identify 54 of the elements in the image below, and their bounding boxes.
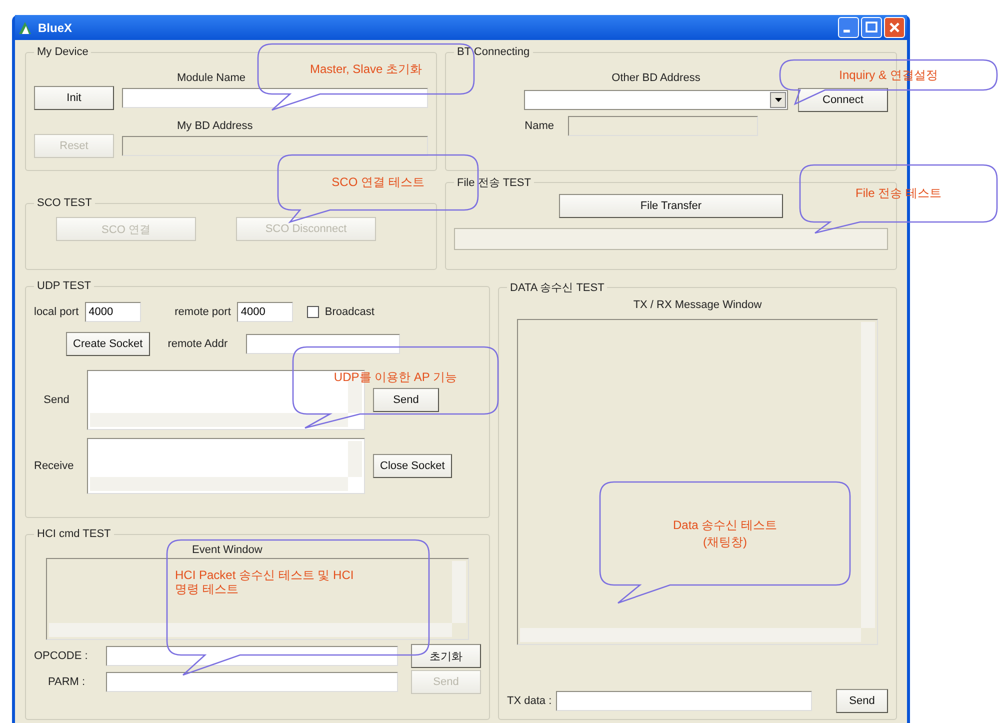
field-label: OPCODE : bbox=[34, 650, 89, 662]
callout-text: Data 송수신 테스트 (채팅창) bbox=[672, 517, 777, 550]
group-title: File 전송 TEST bbox=[456, 176, 532, 190]
button[interactable]: 초기화 bbox=[411, 644, 481, 668]
maximize-icon[interactable] bbox=[861, 17, 882, 38]
checkbox-label: Broadcast bbox=[324, 306, 374, 318]
input-field[interactable] bbox=[106, 672, 398, 692]
input-field[interactable]: 4000 bbox=[236, 302, 293, 322]
minimize-icon[interactable] bbox=[838, 17, 859, 38]
button[interactable]: Create Socket bbox=[66, 332, 150, 356]
text-area[interactable] bbox=[87, 438, 365, 494]
field-label: Module Name bbox=[177, 72, 246, 84]
combo-box[interactable] bbox=[524, 90, 788, 110]
button[interactable]: File Transfer bbox=[559, 194, 783, 218]
input-field[interactable] bbox=[246, 334, 400, 354]
group-title: BT Connecting bbox=[456, 46, 531, 58]
input-field[interactable] bbox=[556, 691, 812, 711]
field-label: Send bbox=[42, 394, 70, 406]
field-label: Name bbox=[524, 120, 555, 132]
group-title: SCO TEST bbox=[36, 197, 93, 209]
scrollbar[interactable] bbox=[49, 623, 452, 637]
field-label: Receive bbox=[34, 460, 75, 472]
field-label: TX data : bbox=[507, 695, 552, 707]
app-icon bbox=[17, 20, 33, 36]
field-label: Other BD Address bbox=[612, 72, 700, 84]
callout-text: UDP를 이용한 AP 기능 bbox=[334, 369, 458, 386]
input-field[interactable]: 4000 bbox=[84, 302, 141, 322]
field-label: My BD Address bbox=[177, 120, 253, 132]
callout-text: Master, Slave 초기화 bbox=[310, 60, 422, 78]
close-icon[interactable] bbox=[884, 17, 905, 38]
checkbox[interactable] bbox=[306, 306, 319, 318]
button[interactable]: Send bbox=[373, 388, 439, 412]
callout-text: HCI Packet 송수신 테스트 및 HCI 명령 테스트 bbox=[175, 568, 354, 597]
input-field[interactable] bbox=[106, 646, 398, 666]
button[interactable]: Init bbox=[34, 86, 114, 110]
field-label: Event Window bbox=[192, 544, 262, 556]
callout-text: SCO 연결 테스트 bbox=[332, 174, 424, 191]
button[interactable]: Close Socket bbox=[373, 454, 452, 478]
scrollbar[interactable] bbox=[90, 413, 348, 427]
field-label: remote port bbox=[174, 306, 231, 318]
field-label: PARM : bbox=[47, 676, 86, 688]
group-title: UDP TEST bbox=[36, 280, 92, 292]
button[interactable]: Connect bbox=[798, 88, 888, 112]
button[interactable]: Send bbox=[836, 689, 888, 713]
field-label: TX / RX Message Window bbox=[633, 299, 762, 311]
window-title: BlueX bbox=[38, 20, 72, 34]
caret-icon bbox=[774, 98, 782, 102]
field-label: local port bbox=[34, 306, 79, 318]
text-area[interactable] bbox=[46, 558, 469, 640]
group-title: DATA 송수신 TEST bbox=[509, 281, 606, 295]
group-title: My Device bbox=[36, 46, 90, 58]
input-field[interactable] bbox=[122, 88, 428, 108]
group-title: HCI cmd TEST bbox=[36, 528, 112, 540]
field-label: remote Addr bbox=[168, 338, 228, 350]
